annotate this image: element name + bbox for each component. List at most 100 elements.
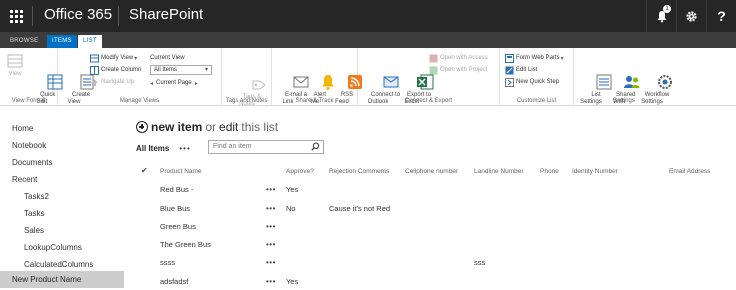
plus-circle-icon[interactable] xyxy=(136,121,148,133)
suite-bar: Office 365 SharePoint 1 ? xyxy=(0,0,736,32)
view-label: View xyxy=(8,71,22,77)
nav-item-notebook[interactable]: Notebook xyxy=(0,137,124,154)
tab-browse[interactable]: BROWSE xyxy=(5,35,43,48)
form-web-parts-icon xyxy=(505,53,514,63)
edit-list-link[interactable]: edit xyxy=(219,120,238,134)
column-header-cellphone-number[interactable]: Cellphone number xyxy=(405,168,458,175)
create-column-button[interactable]: Create Column xyxy=(90,65,141,75)
new-quick-step-button[interactable]: New Quick Step xyxy=(505,77,559,87)
open-project-button[interactable]: Open with Project xyxy=(429,65,487,75)
chevron-down-icon: ▾ xyxy=(134,55,138,62)
edit-list-button[interactable]: Edit List xyxy=(505,65,537,75)
share-track-group-label: Share & Track xyxy=(295,98,334,104)
column-header-approve[interactable]: Approve? xyxy=(286,168,314,175)
column-header-identity-number[interactable]: Identity Number xyxy=(572,168,618,175)
create-column-label: Create Column xyxy=(101,67,142,73)
edit-list-icon xyxy=(505,66,514,75)
search-icon xyxy=(311,142,320,151)
nav-item-tasks[interactable]: Tasks xyxy=(0,205,124,222)
item-menu-ellipsis[interactable]: ••• xyxy=(266,222,276,231)
nav-item-recent: Recent xyxy=(12,175,38,184)
quick-edit-icon xyxy=(33,66,63,90)
navigate-up-label: Navigate Up xyxy=(101,79,135,85)
navigate-up-button[interactable]: Navigate Up xyxy=(90,77,134,87)
customize-list-group-label: Customize List xyxy=(516,98,557,104)
item-menu-ellipsis[interactable]: ••• xyxy=(266,204,276,213)
approve-cell: Yes xyxy=(286,185,299,194)
product-name-cell[interactable]: Green Bus xyxy=(160,222,196,231)
navigate-up-icon xyxy=(90,78,99,87)
current-page-control[interactable]: ◂ Current Page ▸ xyxy=(150,78,198,88)
column-header-rejection-comments[interactable]: Rejection Comments xyxy=(329,168,389,175)
item-menu-ellipsis[interactable]: ••• xyxy=(266,277,276,286)
modify-view-button[interactable]: Modify View ▾ xyxy=(90,53,137,63)
settings-button[interactable] xyxy=(676,0,706,32)
office-365-title[interactable]: Office 365 xyxy=(44,6,112,23)
settings-group-label: Settings xyxy=(613,98,635,104)
waffle-icon xyxy=(9,9,23,23)
item-menu-ellipsis[interactable]: ••• xyxy=(266,185,276,194)
ribbon-tab-bar: BROWSE ITEMS LIST xyxy=(0,32,736,48)
product-name-cell[interactable]: Blue Bus xyxy=(160,204,190,213)
workflow-icon xyxy=(643,66,673,89)
product-name-cell[interactable]: The Green Bus xyxy=(160,240,211,249)
column-header-landline-number[interactable]: Landline Number xyxy=(474,168,524,175)
current-view-select[interactable]: All Items ▾ xyxy=(150,65,212,75)
all-items-view[interactable]: All Items xyxy=(136,144,169,153)
product-name-cell[interactable]: Red Bus - xyxy=(160,185,193,194)
create-column-icon xyxy=(90,65,99,75)
tags-notes-group-label: Tags and Notes xyxy=(225,98,268,104)
nav-item-tasks2[interactable]: Tasks2 xyxy=(0,188,124,205)
sharepoint-title[interactable]: SharePoint xyxy=(129,6,203,23)
chevron-down-icon: ▾ xyxy=(204,67,208,73)
open-access-button[interactable]: Open with Access xyxy=(429,53,488,63)
help-button[interactable]: ? xyxy=(706,0,736,32)
current-page-label: Current Page xyxy=(156,80,192,86)
suite-divider xyxy=(32,6,33,26)
approve-cell: Yes xyxy=(286,277,299,286)
nav-item-sales[interactable]: Sales xyxy=(0,222,124,239)
column-header-product-name[interactable]: Product Name xyxy=(160,168,202,175)
group-settings: List Settings Shared With Workflow Setti… xyxy=(574,48,674,106)
column-header-email-address[interactable]: Email Address xyxy=(669,168,711,175)
nav-item-new-product-name[interactable]: New Product Name xyxy=(0,271,124,288)
edit-list-label: Edit List xyxy=(516,67,538,73)
current-view-label: Current View xyxy=(150,55,185,61)
project-icon xyxy=(429,66,438,75)
chevron-right-icon[interactable]: ▸ xyxy=(195,80,198,87)
view-menu-ellipsis[interactable]: ••• xyxy=(179,144,190,153)
view-button[interactable]: View xyxy=(4,52,26,78)
new-item-link[interactable]: new item xyxy=(151,120,202,134)
new-quick-step-label: New Quick Step xyxy=(516,79,560,85)
current-view-value: All Items xyxy=(154,67,178,73)
column-header-phone[interactable]: Phone xyxy=(540,168,559,175)
select-all-checkmark[interactable]: ✔ xyxy=(141,166,148,175)
group-tags-notes: Tags & Notes Tags and Notes xyxy=(222,48,272,107)
product-name-cell[interactable]: ssss xyxy=(160,258,175,267)
chevron-left-icon[interactable]: ◂ xyxy=(150,80,153,87)
item-menu-ellipsis[interactable]: ••• xyxy=(266,258,276,267)
people-icon xyxy=(610,66,640,88)
nav-item-documents[interactable]: Documents xyxy=(0,154,124,171)
group-share-track: E-mail a Link Alert Me RSS Feed Share & … xyxy=(272,48,363,106)
nav-item-lookupcolumns[interactable]: LookupColumns xyxy=(0,239,124,256)
tab-list[interactable]: LIST xyxy=(78,35,102,48)
product-name-cell[interactable]: adsfadsf xyxy=(160,277,188,286)
suite-divider xyxy=(118,6,119,26)
notifications-button[interactable]: 1 xyxy=(646,0,676,32)
chevron-down-icon: ▾ xyxy=(560,55,564,62)
view-icon xyxy=(6,52,24,70)
open-project-label: Open with Project xyxy=(440,67,488,73)
tags-notes-button[interactable]: Tags & Notes xyxy=(232,54,267,115)
item-menu-ellipsis[interactable]: ••• xyxy=(266,240,276,249)
app-launcher-button[interactable] xyxy=(0,0,32,32)
view-selector-bar: All Items ••• Find an item xyxy=(136,140,324,155)
modify-view-icon xyxy=(90,54,99,63)
help-icon: ? xyxy=(717,8,726,24)
form-web-parts-button[interactable]: Form Web Parts ▾ xyxy=(505,53,564,63)
nav-item-home[interactable]: Home xyxy=(0,120,124,137)
search-input[interactable]: Find an item xyxy=(208,140,324,154)
group-customize-list: Form Web Parts ▾ Edit List New Quick Ste… xyxy=(500,48,574,106)
tab-items[interactable]: ITEMS xyxy=(47,35,77,48)
rss-icon xyxy=(333,66,363,89)
